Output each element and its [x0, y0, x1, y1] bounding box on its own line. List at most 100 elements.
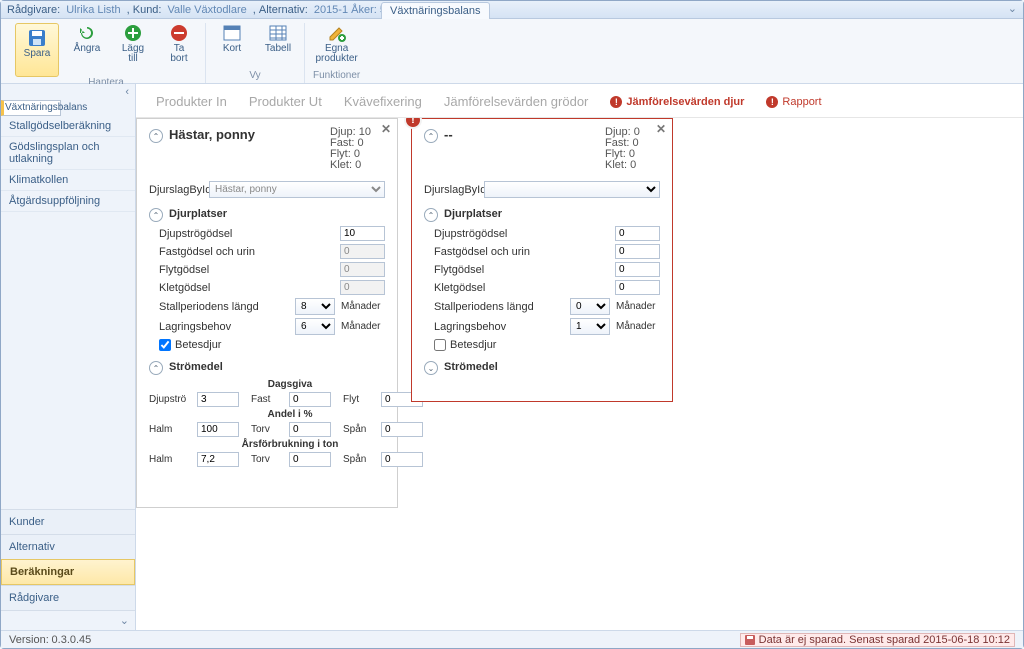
djupstro-input[interactable]: [340, 226, 385, 241]
sidebar-item-stallgodsel[interactable]: Stallgödselberäkning: [1, 116, 135, 137]
sidebar-item-godslingsplan[interactable]: Gödslingsplan och utlakning: [1, 137, 135, 170]
collapse-card-icon[interactable]: ⌃: [149, 129, 163, 143]
calc-nav: Växtnäringsbalans Stallgödselberäkning G…: [1, 100, 135, 509]
section-stromedel: Strömedel: [169, 361, 223, 373]
side-panel: ‹ Växtnäringsbalans Stallgödselberäkning…: [1, 84, 136, 630]
stallperiod-select[interactable]: 0: [570, 298, 610, 315]
tab-produkter-in[interactable]: Produkter In: [156, 94, 227, 109]
warning-icon: !: [766, 96, 778, 108]
own-products-button[interactable]: Egna produkter: [316, 23, 358, 64]
sidebar-item-vaxtnaringsbalans[interactable]: Växtnäringsbalans: [1, 100, 61, 116]
djurslag-select[interactable]: [484, 181, 660, 198]
dg-djup-input[interactable]: [197, 392, 239, 407]
section-djurplatser: Djurplatser: [169, 208, 227, 220]
expand-section-icon[interactable]: ⌄: [424, 361, 438, 375]
flyt-input[interactable]: [340, 262, 385, 277]
djurslag-label: DjurslagById: [424, 184, 484, 196]
card-title: --: [444, 127, 605, 142]
djupstro-input[interactable]: [615, 226, 660, 241]
animal-card-1: ✕ ⌃ Hästar, ponny Djup: 10 Fast: 0 Flyt:…: [136, 118, 398, 508]
breadcrumb-advisor-label: Rådgivare:: [7, 4, 60, 16]
section-djurplatser: Djurplatser: [444, 208, 502, 220]
disk-icon: [27, 28, 47, 48]
collapse-section-icon[interactable]: ⌃: [149, 208, 163, 222]
main-pane: Produkter In Produkter Ut Kvävefixering …: [136, 84, 1023, 630]
card-icon: [222, 23, 242, 43]
table-view-button[interactable]: Tabell: [260, 23, 296, 54]
bottom-nav-berakningar[interactable]: Beräkningar: [1, 559, 135, 585]
sub-tabs: Produkter In Produkter Ut Kvävefixering …: [136, 84, 1023, 118]
version-value: 0.3.0.45: [52, 634, 92, 646]
tab-rapport[interactable]: ! Rapport: [766, 96, 821, 108]
dg-fast-input[interactable]: [289, 392, 331, 407]
ribbon-group-functions: Funktioner: [313, 70, 360, 81]
plus-circle-icon: [123, 23, 143, 43]
djurslag-label: DjurslagById: [149, 184, 209, 196]
betesdjur-checkbox[interactable]: [434, 339, 446, 351]
klet-input[interactable]: [615, 280, 660, 295]
fast-input[interactable]: [340, 244, 385, 259]
ai-halm-input[interactable]: [197, 422, 239, 437]
bottom-nav-radgivare[interactable]: Rådgivare: [1, 585, 135, 610]
breadcrumb-advisor: Ulrika Listh: [66, 4, 120, 16]
lagring-select[interactable]: 6: [295, 318, 335, 335]
close-card-button[interactable]: ✕: [381, 122, 391, 136]
bottom-nav-alternativ[interactable]: Alternativ: [1, 534, 135, 559]
djurslag-select[interactable]: Hästar, ponny: [209, 181, 385, 198]
collapse-card-icon[interactable]: ⌃: [424, 129, 438, 143]
sidebar-item-klimatkollen[interactable]: Klimatkollen: [1, 170, 135, 191]
bottom-nav-kunder[interactable]: Kunder: [1, 509, 135, 534]
save-status: Data är ej sparad. Senast sparad 2015-06…: [740, 633, 1015, 647]
warning-icon: !: [610, 96, 622, 108]
pencil-plus-icon: [327, 23, 347, 43]
delete-button[interactable]: Ta bort: [161, 23, 197, 77]
tab-vaxtnaringsbalans[interactable]: Växtnäringsbalans: [381, 2, 490, 19]
close-card-button[interactable]: ✕: [656, 122, 666, 136]
lagring-select[interactable]: 1: [570, 318, 610, 335]
app-window: Rådgivare: Ulrika Listh , Kund: Valle Vä…: [0, 0, 1024, 649]
undo-button[interactable]: Ångra: [69, 23, 105, 77]
bottom-nav-expand[interactable]: ⌄: [1, 610, 135, 630]
card-canvas: ✕ ⌃ Hästar, ponny Djup: 10 Fast: 0 Flyt:…: [136, 118, 1023, 630]
arf-torv-input[interactable]: [289, 452, 331, 467]
breadcrumb-customer: Valle Växtodlare: [167, 4, 246, 16]
betesdjur-checkbox[interactable]: [159, 339, 171, 351]
arf-span-input[interactable]: [381, 452, 423, 467]
tab-jfv-djur[interactable]: ! Jämförelsevärden djur: [610, 96, 744, 108]
status-bar: Version: 0.3.0.45 Data är ej sparad. Sen…: [1, 630, 1023, 648]
collapse-section-icon[interactable]: ⌃: [424, 208, 438, 222]
disk-warn-icon: [745, 635, 755, 645]
ai-torv-input[interactable]: [289, 422, 331, 437]
sidebar-item-atgard[interactable]: Åtgärdsuppföljning: [1, 191, 135, 212]
tab-kvavefixering[interactable]: Kvävefixering: [344, 94, 422, 109]
card-warning-icon: !: [404, 118, 422, 129]
tab-produkter-ut[interactable]: Produkter Ut: [249, 94, 322, 109]
flyt-input[interactable]: [615, 262, 660, 277]
klet-input[interactable]: [340, 280, 385, 295]
add-button[interactable]: Lägg till: [115, 23, 151, 77]
section-stromedel: Strömedel: [444, 361, 498, 373]
document-tabs: Växtnäringsbalans: [381, 1, 1023, 19]
ai-span-input[interactable]: [381, 422, 423, 437]
animal-card-2: ! ✕ ⌃ -- Djup: 0 Fast: 0 Flyt: 0 Klet: 0: [411, 118, 673, 402]
collapse-panel-button[interactable]: ‹: [1, 84, 135, 100]
breadcrumb-alt-label: , Alternativ:: [253, 4, 308, 16]
arf-halm-input[interactable]: [197, 452, 239, 467]
breadcrumb-customer-label: , Kund:: [127, 4, 162, 16]
table-icon: [268, 23, 288, 43]
bottom-nav: Kunder Alternativ Beräkningar Rådgivare …: [1, 509, 135, 630]
minus-circle-icon: [169, 23, 189, 43]
ribbon: Spara Ångra Lägg till Ta bort Hantera: [1, 19, 1023, 84]
undo-icon: [77, 23, 97, 43]
card-stats: Djup: 0 Fast: 0 Flyt: 0 Klet: 0: [605, 127, 660, 171]
tab-jfv-grodor[interactable]: Jämförelsevärden grödor: [444, 94, 589, 109]
card-stats: Djup: 10 Fast: 0 Flyt: 0 Klet: 0: [330, 127, 385, 171]
ribbon-group-view: Vy: [249, 70, 260, 81]
version-label: Version:: [9, 634, 49, 646]
card-title: Hästar, ponny: [169, 127, 330, 142]
fast-input[interactable]: [615, 244, 660, 259]
collapse-section-icon[interactable]: ⌃: [149, 361, 163, 375]
card-view-button[interactable]: Kort: [214, 23, 250, 54]
stallperiod-select[interactable]: 8: [295, 298, 335, 315]
save-button[interactable]: Spara: [15, 23, 59, 77]
